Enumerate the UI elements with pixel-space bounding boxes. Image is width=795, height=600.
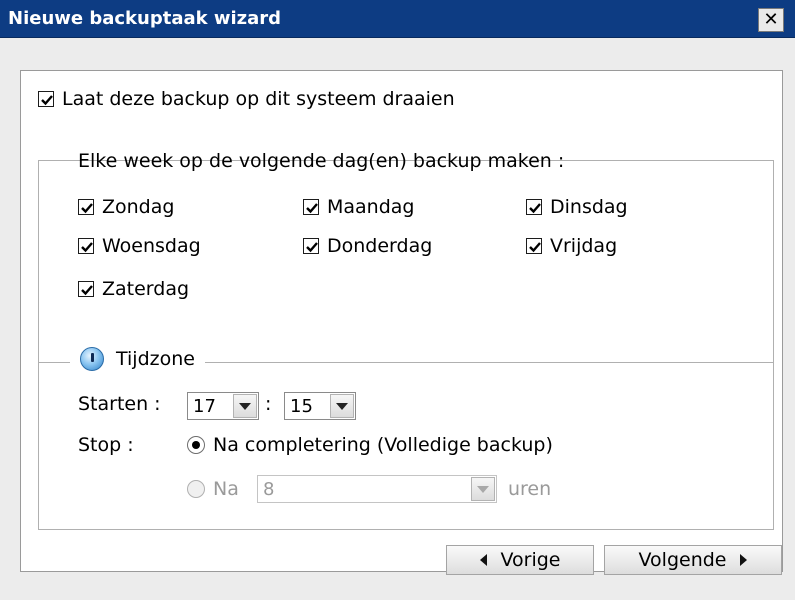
stop-label-row: Stop : xyxy=(78,434,134,456)
day-checkbox[interactable] xyxy=(78,199,94,215)
stop-complete-radio[interactable] xyxy=(187,436,205,454)
day-label: Zaterdag xyxy=(102,278,190,300)
timezone-label[interactable]: Tijdzone xyxy=(116,348,195,370)
stop-after-prefix: Na xyxy=(213,478,239,500)
day-label: Woensdag xyxy=(102,235,201,257)
checkmark-icon xyxy=(81,242,93,253)
run-on-system-label: Laat deze backup op dit systeem draaien xyxy=(62,88,455,110)
close-button[interactable]: ✕ xyxy=(758,8,784,32)
day-checkbox[interactable] xyxy=(303,238,319,254)
wizard-body: Laat deze backup op dit systeem draaien … xyxy=(0,38,795,600)
chevron-down-icon[interactable] xyxy=(330,394,354,418)
day-checkbox[interactable] xyxy=(303,199,319,215)
start-minute-select[interactable]: 15 xyxy=(284,392,356,420)
stop-after-option[interactable]: Na xyxy=(187,478,239,500)
day-label: Donderdag xyxy=(327,235,433,257)
clock-icon[interactable] xyxy=(80,347,104,371)
checkmark-icon xyxy=(41,95,53,106)
back-button[interactable]: Vorige xyxy=(446,545,594,575)
schedule-heading-row: Elke week op de volgende dag(en) backup … xyxy=(78,150,564,172)
schedule-heading: Elke week op de volgende dag(en) backup … xyxy=(78,150,565,172)
chevron-down-icon[interactable] xyxy=(233,394,257,418)
day-zaterdag[interactable]: Zaterdag xyxy=(78,278,189,300)
arrow-left-icon xyxy=(479,554,487,566)
stop-after-hours-value: 8 xyxy=(263,478,275,500)
day-woensdag[interactable]: Woensdag xyxy=(78,235,201,257)
checkmark-icon xyxy=(81,285,93,296)
start-hour-value: 17 xyxy=(193,395,216,417)
day-label: Zondag xyxy=(102,196,175,218)
arrow-right-icon xyxy=(740,554,748,566)
stop-after-radio[interactable] xyxy=(187,480,205,498)
day-checkbox[interactable] xyxy=(78,238,94,254)
time-separator: : xyxy=(265,393,272,415)
start-label: Starten : xyxy=(78,393,161,415)
stop-complete-option[interactable]: Na completering (Volledige backup) xyxy=(187,434,553,456)
next-button[interactable]: Volgende xyxy=(604,545,782,575)
next-button-label: Volgende xyxy=(638,549,727,571)
checkmark-icon xyxy=(306,242,318,253)
stop-complete-label: Na completering (Volledige backup) xyxy=(213,434,553,456)
time-separator-row: : xyxy=(265,393,271,415)
timezone-legend[interactable]: Tijdzone xyxy=(70,346,205,372)
day-checkbox[interactable] xyxy=(526,238,542,254)
close-icon: ✕ xyxy=(763,9,779,30)
run-on-system-row[interactable]: Laat deze backup op dit systeem draaien xyxy=(38,88,455,110)
stop-after-hours-select[interactable]: 8 xyxy=(257,475,497,503)
title-bar: Nieuwe backuptaak wizard ✕ xyxy=(0,0,795,38)
day-checkbox[interactable] xyxy=(526,199,542,215)
day-zondag[interactable]: Zondag xyxy=(78,196,174,218)
checkmark-icon xyxy=(81,203,93,214)
day-donderdag[interactable]: Donderdag xyxy=(303,235,432,257)
chevron-down-icon[interactable] xyxy=(471,477,495,501)
day-label: Maandag xyxy=(327,196,415,218)
checkmark-icon xyxy=(529,242,541,253)
stop-label: Stop : xyxy=(78,434,134,456)
day-checkbox[interactable] xyxy=(78,281,94,297)
day-maandag[interactable]: Maandag xyxy=(303,196,415,218)
back-button-label: Vorige xyxy=(500,549,561,571)
checkmark-icon xyxy=(306,203,318,214)
start-label-row: Starten : xyxy=(78,393,161,415)
window-title: Nieuwe backuptaak wizard xyxy=(8,8,282,29)
day-label: Dinsdag xyxy=(550,196,628,218)
checkmark-icon xyxy=(529,203,541,214)
start-hour-select[interactable]: 17 xyxy=(187,392,259,420)
run-on-system-checkbox[interactable] xyxy=(38,91,54,107)
day-label: Vrijdag xyxy=(550,235,618,257)
start-minute-value: 15 xyxy=(290,395,313,417)
stop-after-unit: uren xyxy=(508,478,552,500)
day-dinsdag[interactable]: Dinsdag xyxy=(526,196,628,218)
stop-after-unit-row: uren xyxy=(508,478,551,500)
day-vrijdag[interactable]: Vrijdag xyxy=(526,235,617,257)
